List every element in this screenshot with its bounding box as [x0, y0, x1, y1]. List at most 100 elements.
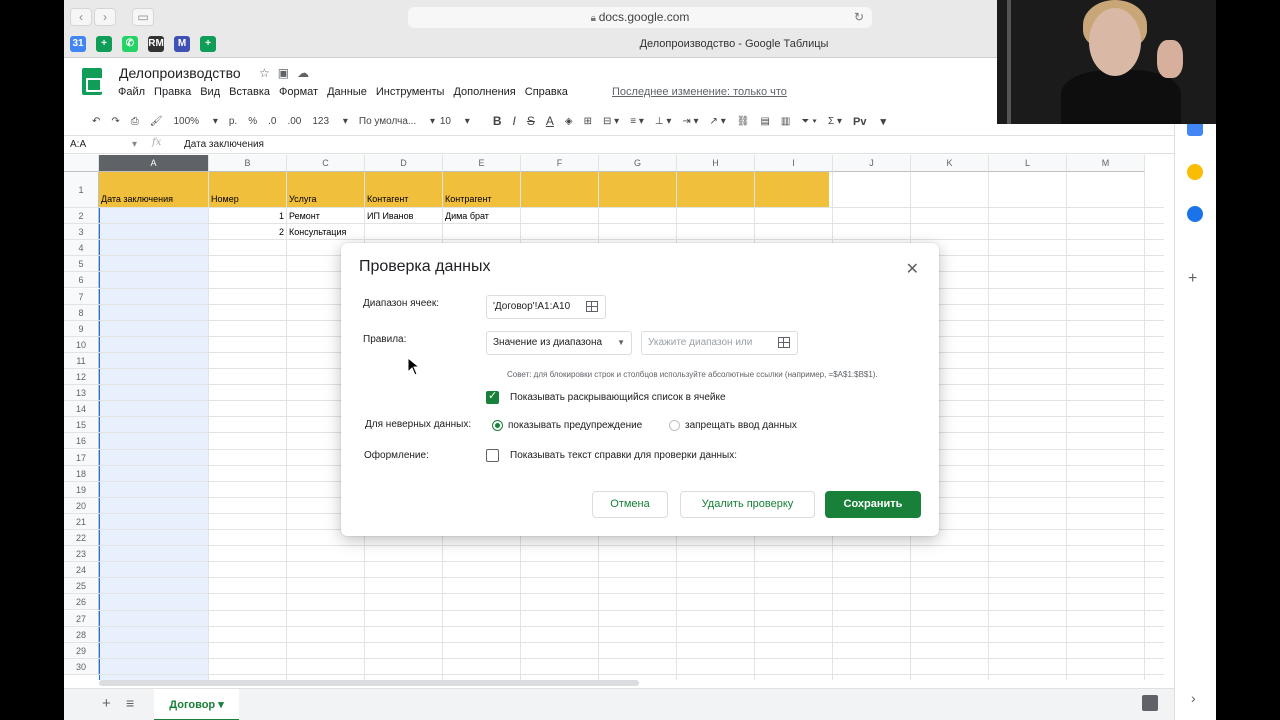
rule-type-select[interactable]: Значение из диапазона ▼: [486, 331, 632, 355]
merge-icon[interactable]: ⊟ ▾: [603, 116, 619, 127]
explore-icon[interactable]: [1142, 695, 1158, 711]
zoom-select[interactable]: 100% ▾: [173, 116, 217, 127]
menu-item[interactable]: Формат: [279, 86, 318, 98]
bold-button[interactable]: B: [493, 114, 502, 128]
redo-icon[interactable]: ↷: [111, 116, 119, 127]
wrap-icon[interactable]: ⇥ ▾: [682, 116, 698, 127]
more-formats-button[interactable]: 123 ▾: [312, 116, 348, 127]
rotate-icon[interactable]: ↗ ▾: [710, 116, 726, 127]
rm-icon[interactable]: RM: [148, 36, 164, 52]
radio-reject[interactable]: [669, 420, 680, 431]
calendar-icon[interactable]: 31: [70, 36, 86, 52]
chart-icon[interactable]: ▥: [781, 116, 790, 127]
select-range-icon[interactable]: [586, 301, 598, 312]
currency-button[interactable]: р.: [229, 116, 237, 127]
address-bar[interactable]: 🔒︎ docs.google.com ↻: [408, 7, 872, 28]
row-header[interactable]: 20: [64, 497, 99, 514]
fill-color-icon[interactable]: ◈: [565, 116, 573, 127]
row-header[interactable]: 27: [64, 610, 99, 627]
paint-format-icon[interactable]: 🖌︎: [150, 116, 163, 127]
horizontal-scrollbar[interactable]: [99, 680, 639, 686]
font-size-select[interactable]: 10 ▾: [440, 116, 482, 127]
name-box[interactable]: A:A: [70, 139, 86, 150]
cell[interactable]: Дима брат: [443, 208, 521, 224]
back-button[interactable]: ‹: [70, 8, 92, 26]
sheets-icon[interactable]: +: [96, 36, 112, 52]
row-header[interactable]: 17: [64, 449, 99, 466]
cell[interactable]: Контрагент: [443, 172, 521, 208]
close-icon[interactable]: ✕: [906, 259, 919, 279]
row-header[interactable]: 22: [64, 530, 99, 547]
menu-item[interactable]: Инструменты: [376, 86, 445, 98]
forward-button[interactable]: ›: [94, 8, 116, 26]
name-box-dropdown-icon[interactable]: ▾: [132, 139, 137, 150]
sheet-tab-dogovor[interactable]: Договор ▾: [154, 689, 239, 720]
add-sheet-icon[interactable]: +: [102, 695, 111, 712]
save-button[interactable]: Сохранить: [825, 491, 921, 518]
decrease-decimal-button[interactable]: .0: [268, 116, 276, 127]
menu-item[interactable]: Справка: [525, 86, 568, 98]
expand-panel-icon[interactable]: ›: [1191, 690, 1196, 706]
cell[interactable]: ИП Иванов: [365, 208, 443, 224]
column-header[interactable]: K: [911, 155, 989, 172]
formula-input[interactable]: Дата заключения: [184, 139, 264, 150]
cell[interactable]: Услуга: [287, 172, 365, 208]
text-color-button[interactable]: A: [546, 114, 554, 128]
row-header[interactable]: 14: [64, 401, 99, 418]
link-icon[interactable]: ⛓: [737, 116, 750, 127]
delete-validation-button[interactable]: Удалить проверку: [680, 491, 815, 518]
column-header[interactable]: E: [443, 155, 521, 172]
increase-decimal-button[interactable]: .00: [287, 116, 301, 127]
rule-range-input[interactable]: Укажите диапазон или: [641, 331, 798, 355]
column-header[interactable]: D: [365, 155, 443, 172]
column-header[interactable]: G: [599, 155, 677, 172]
radio-warn[interactable]: [492, 420, 503, 431]
row-header[interactable]: 4: [64, 240, 99, 257]
tasks-addon-icon[interactable]: [1187, 206, 1203, 222]
cell[interactable]: [443, 224, 521, 240]
cell[interactable]: Дата заключения: [99, 172, 209, 208]
cell[interactable]: Номер: [209, 172, 287, 208]
show-help-checkbox[interactable]: [486, 449, 499, 462]
menu-item[interactable]: Файл: [118, 86, 145, 98]
column-header[interactable]: H: [677, 155, 755, 172]
cell[interactable]: Ремонт: [287, 208, 365, 224]
comment-icon[interactable]: ▤: [760, 116, 769, 127]
borders-icon[interactable]: ⊞: [584, 116, 592, 127]
row-header[interactable]: 19: [64, 481, 99, 498]
italic-button[interactable]: I: [513, 114, 516, 128]
percent-button[interactable]: %: [248, 116, 257, 127]
column-header[interactable]: A: [99, 155, 209, 172]
sheets-icon-2[interactable]: +: [200, 36, 216, 52]
document-title[interactable]: Делопроизводство: [119, 65, 241, 81]
menu-item[interactable]: Дополнения: [453, 86, 515, 98]
cancel-button[interactable]: Отмена: [592, 491, 668, 518]
row-header[interactable]: 10: [64, 336, 99, 353]
select-all-corner[interactable]: [64, 155, 99, 172]
row-header[interactable]: 24: [64, 562, 99, 579]
all-sheets-icon[interactable]: ≡: [126, 695, 134, 711]
column-header[interactable]: M: [1067, 155, 1145, 172]
row-header[interactable]: 8: [64, 304, 99, 321]
column-header[interactable]: C: [287, 155, 365, 172]
row-header[interactable]: 5: [64, 256, 99, 273]
menu-item[interactable]: Вид: [200, 86, 220, 98]
row-header[interactable]: 7: [64, 288, 99, 305]
font-select[interactable]: По умолча... ▾: [359, 116, 435, 127]
column-header[interactable]: F: [521, 155, 599, 172]
cell[interactable]: 2: [209, 224, 287, 240]
column-header[interactable]: J: [833, 155, 911, 172]
cell[interactable]: Контагент: [365, 172, 443, 208]
keep-addon-icon[interactable]: [1187, 164, 1203, 180]
cell[interactable]: [365, 224, 443, 240]
row-header[interactable]: 28: [64, 626, 99, 643]
reload-icon[interactable]: ↻: [854, 7, 864, 28]
column-header[interactable]: B: [209, 155, 287, 172]
cloud-icon[interactable]: ☁: [297, 66, 309, 80]
column-header[interactable]: L: [989, 155, 1067, 172]
row-header[interactable]: 1: [64, 172, 99, 208]
mail-icon[interactable]: M: [174, 36, 190, 52]
sheets-logo[interactable]: [82, 68, 102, 95]
row-header[interactable]: 21: [64, 513, 99, 530]
move-folder-icon[interactable]: ▣: [278, 66, 289, 80]
